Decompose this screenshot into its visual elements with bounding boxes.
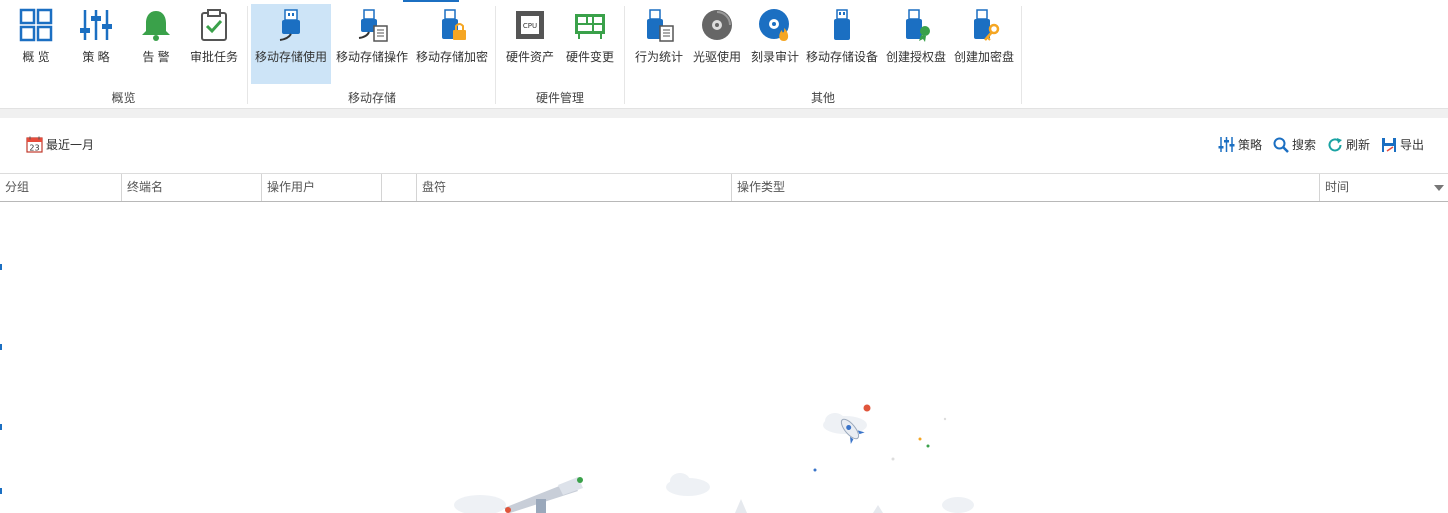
create-encrypted-disk-button[interactable]: 创建加密盘 [951, 4, 1017, 84]
create-encrypted-disk-label: 创建加密盘 [953, 50, 1014, 64]
sort-descending-icon [1434, 185, 1444, 191]
approval-task-button[interactable]: 审批任务 [186, 4, 242, 84]
calendar-icon: 23 [26, 136, 43, 153]
column-header-drive-letter[interactable]: 盘符 [416, 174, 731, 201]
cd-drive-label: 光驱使用 [692, 50, 741, 64]
toolbar: 23 最近一月 策略 搜索 刷新 导出 [0, 118, 1448, 172]
ribbon-bottom-bar [0, 108, 1448, 118]
svg-text:CPU: CPU [523, 22, 537, 30]
left-edge-marks [0, 264, 2, 494]
overview-grid-icon [19, 8, 53, 42]
behavior-stats-button[interactable]: 行为统计 [631, 4, 687, 84]
usb-operation-icon [358, 9, 388, 42]
search-icon [1273, 137, 1289, 153]
usb-device-icon [834, 9, 850, 40]
empty-state-illustration [454, 404, 974, 513]
usb-encrypt-label: 移动存储加密 [415, 50, 488, 64]
group-label-overview: 概览 [111, 91, 136, 105]
approval-task-label: 审批任务 [189, 50, 238, 64]
column-header-time[interactable]: 时间 [1319, 174, 1448, 201]
column-header-time-label: 时间 [1325, 180, 1350, 194]
column-header-blank[interactable] [381, 174, 416, 201]
group-others: 行为统计 光驱使用 刻录审计 移动存储设备 创建授权盘 创建加密盘 其他 [625, 0, 1021, 108]
burn-audit-label: 刻录审计 [750, 50, 799, 64]
alarm-button[interactable]: 告 警 [128, 4, 184, 84]
column-header-operation-type[interactable]: 操作类型 [731, 174, 1319, 201]
refresh-label: 刷新 [1346, 138, 1371, 152]
group-removable-storage: 移动存储使用 移动存储操作 移动存储加密 移动存储 [248, 0, 496, 108]
hardware-change-button[interactable]: 硬件变更 [562, 4, 618, 84]
usb-device-button[interactable]: 移动存储设备 [805, 4, 879, 84]
group-label-hardware: 硬件管理 [535, 91, 584, 105]
date-range-label: 最近一月 [46, 138, 95, 152]
date-range-button[interactable]: 23 最近一月 [26, 136, 94, 153]
group-hardware: CPU 硬件资产 硬件变更 硬件管理 [496, 0, 624, 108]
hardware-assets-button[interactable]: CPU 硬件资产 [502, 4, 558, 84]
group-label-others: 其他 [810, 91, 835, 105]
usb-encrypt-button[interactable]: 移动存储加密 [413, 4, 491, 84]
usb-usage-button[interactable]: 移动存储使用 [251, 4, 331, 84]
ribbon: 概 览 策 略 告 警 审批任务 概览 移动存储使用 移动存储操作 移动存储加密… [0, 0, 1448, 108]
policy-button[interactable]: 策 略 [68, 4, 124, 84]
table-header: 分组 终端名 操作用户 盘符 操作类型 时间 [0, 173, 1448, 202]
column-header-user[interactable]: 操作用户 [261, 174, 381, 201]
cd-drive-icon [702, 10, 732, 40]
usb-usage-icon [279, 9, 300, 41]
alarm-bell-icon [142, 11, 170, 41]
refresh-icon [1328, 137, 1342, 151]
approval-task-icon [201, 9, 227, 41]
overview-button[interactable]: 概 览 [8, 4, 64, 84]
cd-drive-button[interactable]: 光驱使用 [689, 4, 745, 84]
policy-label: 策 略 [82, 50, 110, 64]
search-label: 搜索 [1292, 138, 1317, 152]
hardware-change-label: 硬件变更 [565, 50, 614, 64]
usb-operation-label: 移动存储操作 [335, 50, 408, 64]
create-authorized-disk-button[interactable]: 创建授权盘 [883, 4, 949, 84]
search-button[interactable]: 搜索 [1273, 136, 1316, 153]
export-icon [1382, 137, 1396, 152]
hardware-assets-label: 硬件资产 [505, 50, 554, 64]
create-authorized-disk-label: 创建授权盘 [885, 50, 946, 64]
policy-sliders-icon [80, 10, 112, 40]
usb-device-label: 移动存储设备 [805, 50, 878, 64]
telescope-illustration [504, 477, 583, 513]
usb-operation-button[interactable]: 移动存储操作 [333, 4, 411, 84]
alarm-label: 告 警 [142, 50, 170, 64]
policy-tool-button[interactable]: 策略 [1218, 136, 1262, 153]
behavior-stats-icon [647, 9, 674, 42]
refresh-button[interactable]: 刷新 [1327, 136, 1370, 153]
burn-audit-icon [759, 9, 789, 41]
calendar-day: 23 [29, 144, 39, 153]
policy-tool-label: 策略 [1238, 138, 1263, 152]
policy-sliders-icon [1218, 137, 1235, 152]
usb-usage-label: 移动存储使用 [254, 50, 327, 64]
group-overview: 概 览 策 略 告 警 审批任务 概览 [0, 0, 247, 108]
burn-audit-button[interactable]: 刻录审计 [747, 4, 803, 84]
authorized-disk-icon [906, 9, 930, 42]
export-button[interactable]: 导出 [1381, 136, 1424, 153]
usb-encrypt-icon [442, 9, 466, 40]
encrypted-disk-icon [974, 9, 1000, 41]
cpu-icon: CPU [516, 11, 544, 39]
group-label-removable-storage: 移动存储 [347, 91, 396, 105]
column-header-group[interactable]: 分组 [0, 174, 121, 201]
overview-label: 概 览 [22, 50, 50, 64]
hardware-change-icon [575, 14, 605, 39]
group-divider [1021, 6, 1022, 104]
export-label: 导出 [1400, 138, 1425, 152]
column-header-terminal[interactable]: 终端名 [121, 174, 261, 201]
behavior-stats-label: 行为统计 [634, 50, 683, 64]
